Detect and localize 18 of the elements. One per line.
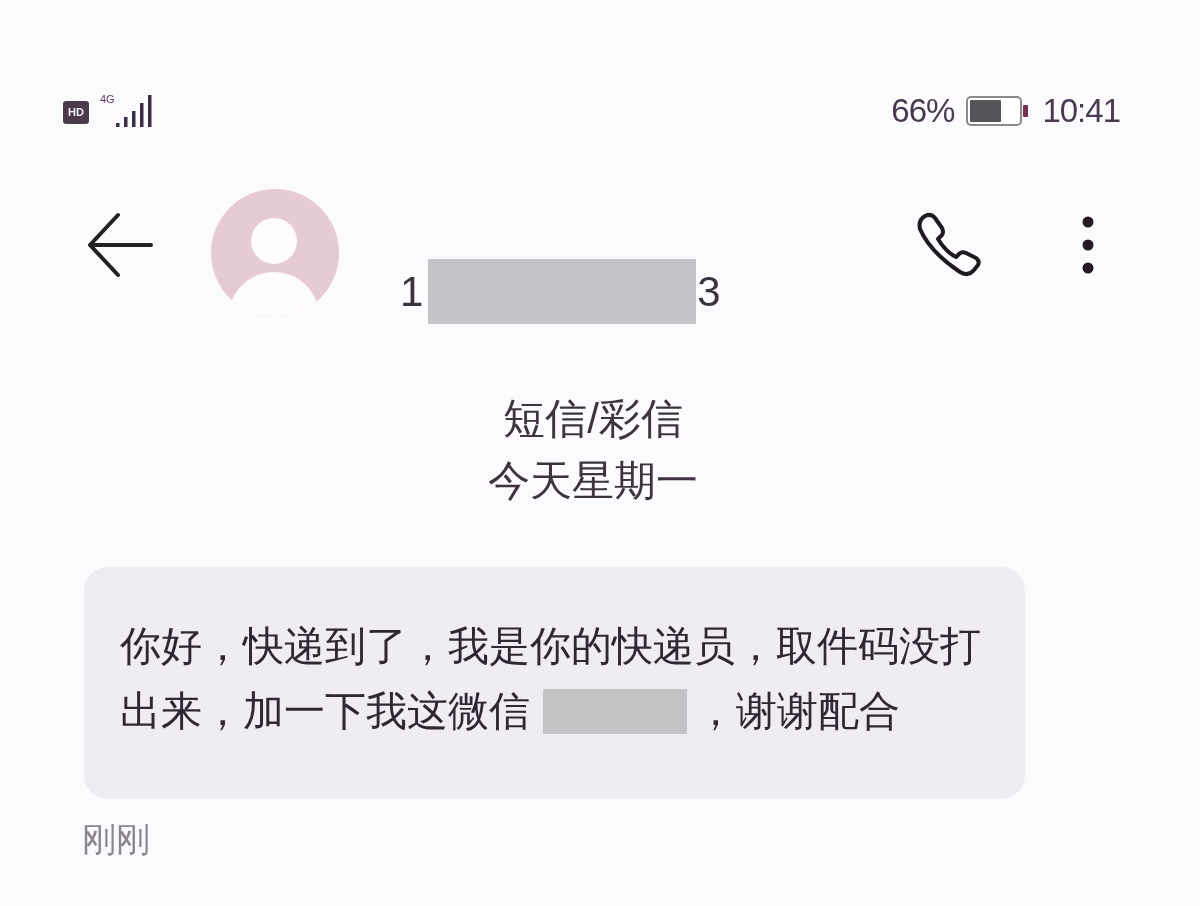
message-text: ，谢谢配合 <box>695 687 900 736</box>
battery-icon <box>966 96 1029 126</box>
avatar-icon <box>210 188 340 318</box>
message-type-label: 短信/彩信 <box>503 394 683 444</box>
time-text: 10:41 <box>1042 94 1120 128</box>
date-label: 今天星期一 <box>488 456 698 506</box>
battery-percentage-text: 66% <box>891 94 955 128</box>
network-type-text: 4G <box>100 93 115 105</box>
more-options-icon[interactable] <box>1082 216 1094 274</box>
signal-icon <box>115 95 152 127</box>
phone-icon[interactable] <box>916 212 982 278</box>
message-text: 你好，快递到了，我是你的快递员，取件码没打 <box>120 622 981 671</box>
hd-badge: HD <box>63 100 89 124</box>
message-time-text: 刚刚 <box>82 819 150 859</box>
phone-number-text: 3 <box>697 266 721 317</box>
message-text: 出来，加一下我这微信 <box>120 687 530 736</box>
back-arrow-icon[interactable] <box>87 212 153 278</box>
phone-number-text: 1 <box>400 266 424 317</box>
